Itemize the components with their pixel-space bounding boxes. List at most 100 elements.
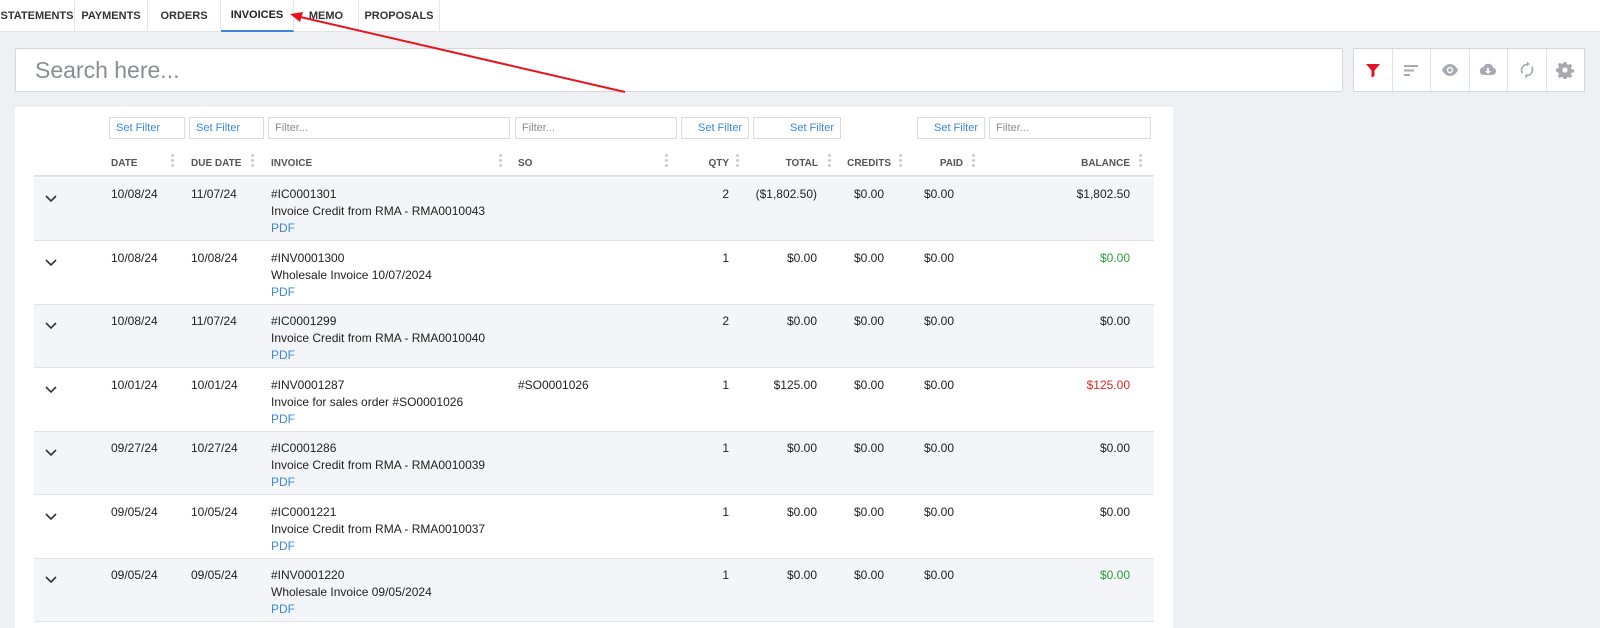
tab-orders[interactable]: ORDERS <box>148 0 221 32</box>
expand-row-chevron-icon[interactable] <box>44 385 58 395</box>
cell-date: 10/08/24 <box>111 314 158 328</box>
pdf-link[interactable]: PDF <box>271 220 295 237</box>
pdf-link[interactable]: PDF <box>271 284 295 301</box>
pdf-link[interactable]: PDF <box>271 474 295 491</box>
cell-invoice-description: Wholesale Invoice 09/05/2024 <box>271 585 432 599</box>
header-date-resize-handle[interactable] <box>171 154 174 171</box>
cell-qty: 1 <box>722 250 729 265</box>
cell-balance: $1,802.50 <box>1076 187 1130 201</box>
pdf-link[interactable]: PDF <box>271 601 295 618</box>
filter-button[interactable] <box>1354 49 1393 91</box>
expand-row-chevron-icon[interactable] <box>44 512 58 522</box>
filter-icon <box>1365 64 1380 78</box>
cell-credits: $0.00 <box>853 187 884 201</box>
cell-due-date: 10/05/24 <box>191 504 238 519</box>
invoice-filter-input[interactable]: Filter... <box>268 117 510 139</box>
cell-balance: $0.00 <box>1099 441 1130 455</box>
cell-qty: 1 <box>722 377 729 392</box>
paid-set-filter[interactable]: Set Filter <box>917 117 985 139</box>
cell-due-date: 09/05/24 <box>191 568 238 582</box>
expand-row-chevron-icon[interactable] <box>44 321 58 331</box>
tab-statements[interactable]: STATEMENTS <box>0 0 75 32</box>
table-row[interactable]: 09/27/24 10/27/24 #IC0001286 Invoice Credit… <box>34 432 1154 495</box>
header-qty[interactable]: QTY <box>687 155 729 171</box>
header-date[interactable]: DATE <box>111 155 171 171</box>
expand-row-chevron-icon[interactable] <box>44 575 58 585</box>
header-invoice[interactable]: INVOICE <box>271 155 391 171</box>
expand-row-chevron-icon[interactable] <box>44 448 58 458</box>
header-credits[interactable]: CREDITS <box>838 155 891 171</box>
cell-invoice-description: Invoice for sales order #SO0001026 <box>271 394 464 409</box>
total-set-filter[interactable]: Set Filter <box>753 117 841 139</box>
expand-row-chevron-icon[interactable] <box>44 258 58 268</box>
cell-date: 10/08/24 <box>111 187 158 201</box>
cell-invoice-description: Invoice Credit from RMA - RMA0010037 <box>271 521 486 536</box>
table-row[interactable]: 10/01/24 10/01/24 #INV0001287 Invoice for s… <box>34 369 1154 432</box>
date-set-filter[interactable]: Set Filter <box>109 117 185 139</box>
header-total[interactable]: TOTAL <box>758 155 818 171</box>
download-button[interactable] <box>1470 49 1508 91</box>
pdf-link[interactable]: PDF <box>271 411 295 428</box>
header-paid[interactable]: PAID <box>903 155 963 171</box>
settings-button[interactable] <box>1547 49 1585 91</box>
sort-button[interactable] <box>1393 49 1431 91</box>
header-so-resize-handle[interactable] <box>665 154 668 171</box>
cloud-download-icon <box>1479 63 1497 76</box>
cell-balance: $0.00 <box>1099 250 1130 265</box>
balance-filter-input[interactable]: Filter... <box>989 117 1151 139</box>
header-paid-resize-handle[interactable] <box>972 154 975 171</box>
header-balance[interactable]: BALANCE <box>1040 155 1130 171</box>
cell-credits: $0.00 <box>853 504 884 519</box>
tab-payments[interactable]: PAYMENTS <box>75 0 148 32</box>
header-invoice-resize-handle[interactable] <box>499 154 502 171</box>
cell-invoice-number: #INV0001287 <box>271 377 345 392</box>
so-filter-input[interactable]: Filter... <box>515 117 677 139</box>
search-input[interactable]: Search here... <box>15 48 1343 92</box>
cell-credits: $0.00 <box>853 377 884 392</box>
cell-credits: $0.00 <box>853 441 884 455</box>
header-divider <box>34 175 1154 177</box>
table-row[interactable]: 10/08/24 11/07/24 #IC0001301 Invoice Credit… <box>34 178 1154 241</box>
tab-memo[interactable]: MEMO <box>294 0 359 32</box>
cell-invoice-number: #IC0001301 <box>271 187 337 201</box>
table-row[interactable]: 10/08/24 11/07/24 #IC0001299 Invoice Credit… <box>34 305 1154 368</box>
tab-invoices[interactable]: INVOICES <box>221 0 294 32</box>
cell-due-date: 10/08/24 <box>191 250 238 265</box>
pdf-link[interactable]: PDF <box>271 538 295 555</box>
cell-qty: 2 <box>722 187 729 201</box>
header-due-date[interactable]: DUE DATE <box>191 155 251 171</box>
cell-invoice-number: #IC0001299 <box>271 314 337 328</box>
cell-balance: $0.00 <box>1099 504 1130 519</box>
cell-invoice-description: Invoice Credit from RMA - RMA0010040 <box>271 331 486 345</box>
qty-set-filter[interactable]: Set Filter <box>681 117 749 139</box>
cell-balance: $0.00 <box>1099 314 1130 328</box>
cell-total: $125.00 <box>773 377 817 392</box>
cell-due-date: 10/27/24 <box>191 441 238 455</box>
header-total-resize-handle[interactable] <box>828 154 831 171</box>
table-row[interactable]: 10/08/24 10/08/24 #INV0001300 Wholesale Inv… <box>34 242 1154 305</box>
table-row[interactable]: 09/05/24 09/05/24 #INV0001220 Wholesale Inv… <box>34 559 1154 622</box>
header-so[interactable]: SO <box>518 155 578 171</box>
header-due-date-resize-handle[interactable] <box>251 154 254 171</box>
cell-total: $0.00 <box>786 441 817 455</box>
cell-invoice-number: #INV0001220 <box>271 568 345 582</box>
cell-invoice-number: #IC0001221 <box>271 504 337 519</box>
cell-total: $0.00 <box>786 314 817 328</box>
expand-row-chevron-icon[interactable] <box>44 194 58 204</box>
header-balance-resize-handle[interactable] <box>1139 154 1142 171</box>
columns-visibility-button[interactable] <box>1431 49 1470 91</box>
cell-credits: $0.00 <box>853 314 884 328</box>
pdf-link[interactable]: PDF <box>271 347 295 364</box>
table-row[interactable]: 09/05/24 10/05/24 #IC0001221 Invoice Credit… <box>34 496 1154 559</box>
tab-proposals[interactable]: PROPOSALS <box>359 0 440 32</box>
cell-due-date: 10/01/24 <box>191 377 238 392</box>
cell-date: 09/27/24 <box>111 441 158 455</box>
header-qty-resize-handle[interactable] <box>736 154 739 171</box>
cell-date: 09/05/24 <box>111 504 158 519</box>
cell-total: ($1,802.50) <box>755 187 817 201</box>
due-date-set-filter[interactable]: Set Filter <box>189 117 264 139</box>
cell-date: 09/05/24 <box>111 568 158 582</box>
refresh-button[interactable] <box>1508 49 1547 91</box>
cell-so: #SO0001026 <box>518 377 589 392</box>
header-credits-resize-handle[interactable] <box>899 154 902 171</box>
